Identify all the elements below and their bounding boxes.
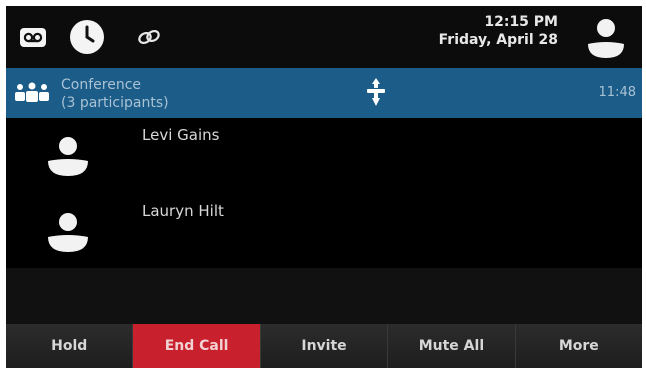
phone-screen: 12:15 PM Friday, April 28 Conference (3 … <box>6 6 642 368</box>
group-icon <box>14 82 50 104</box>
status-date: Friday, April 28 <box>438 32 558 48</box>
link-icon[interactable] <box>136 26 162 48</box>
voicemail-icon[interactable] <box>20 28 46 47</box>
user-status-icon[interactable] <box>586 14 626 60</box>
mute-all-button[interactable]: Mute All <box>388 324 516 368</box>
empty-row <box>6 268 642 324</box>
softkey-bar: Hold End Call Invite Mute All More <box>6 324 642 368</box>
clock-display: 12:15 PM Friday, April 28 <box>439 13 558 49</box>
conference-call-row[interactable]: Conference (3 participants) 11:48 <box>6 68 642 118</box>
call-duration: 11:48 <box>598 85 636 100</box>
participant-name: Lauryn Hilt <box>142 202 224 220</box>
signal-icon <box>365 76 387 110</box>
participant-name: Levi Gains <box>142 126 220 144</box>
more-button[interactable]: More <box>515 324 642 368</box>
status-time: 12:15 PM <box>484 14 558 30</box>
end-call-button[interactable]: End Call <box>133 324 261 368</box>
hold-button[interactable]: Hold <box>6 324 134 368</box>
avatar-icon <box>42 134 94 184</box>
avatar-icon <box>42 210 94 260</box>
participant-row[interactable]: Levi Gains <box>6 120 642 186</box>
status-bar: 12:15 PM Friday, April 28 <box>6 6 642 68</box>
clock-icon[interactable] <box>70 20 104 54</box>
participant-row[interactable]: Lauryn Hilt <box>6 196 642 262</box>
invite-button[interactable]: Invite <box>260 324 389 368</box>
conference-participants-count: (3 participants) <box>61 95 169 111</box>
conference-title: Conference <box>61 77 142 93</box>
